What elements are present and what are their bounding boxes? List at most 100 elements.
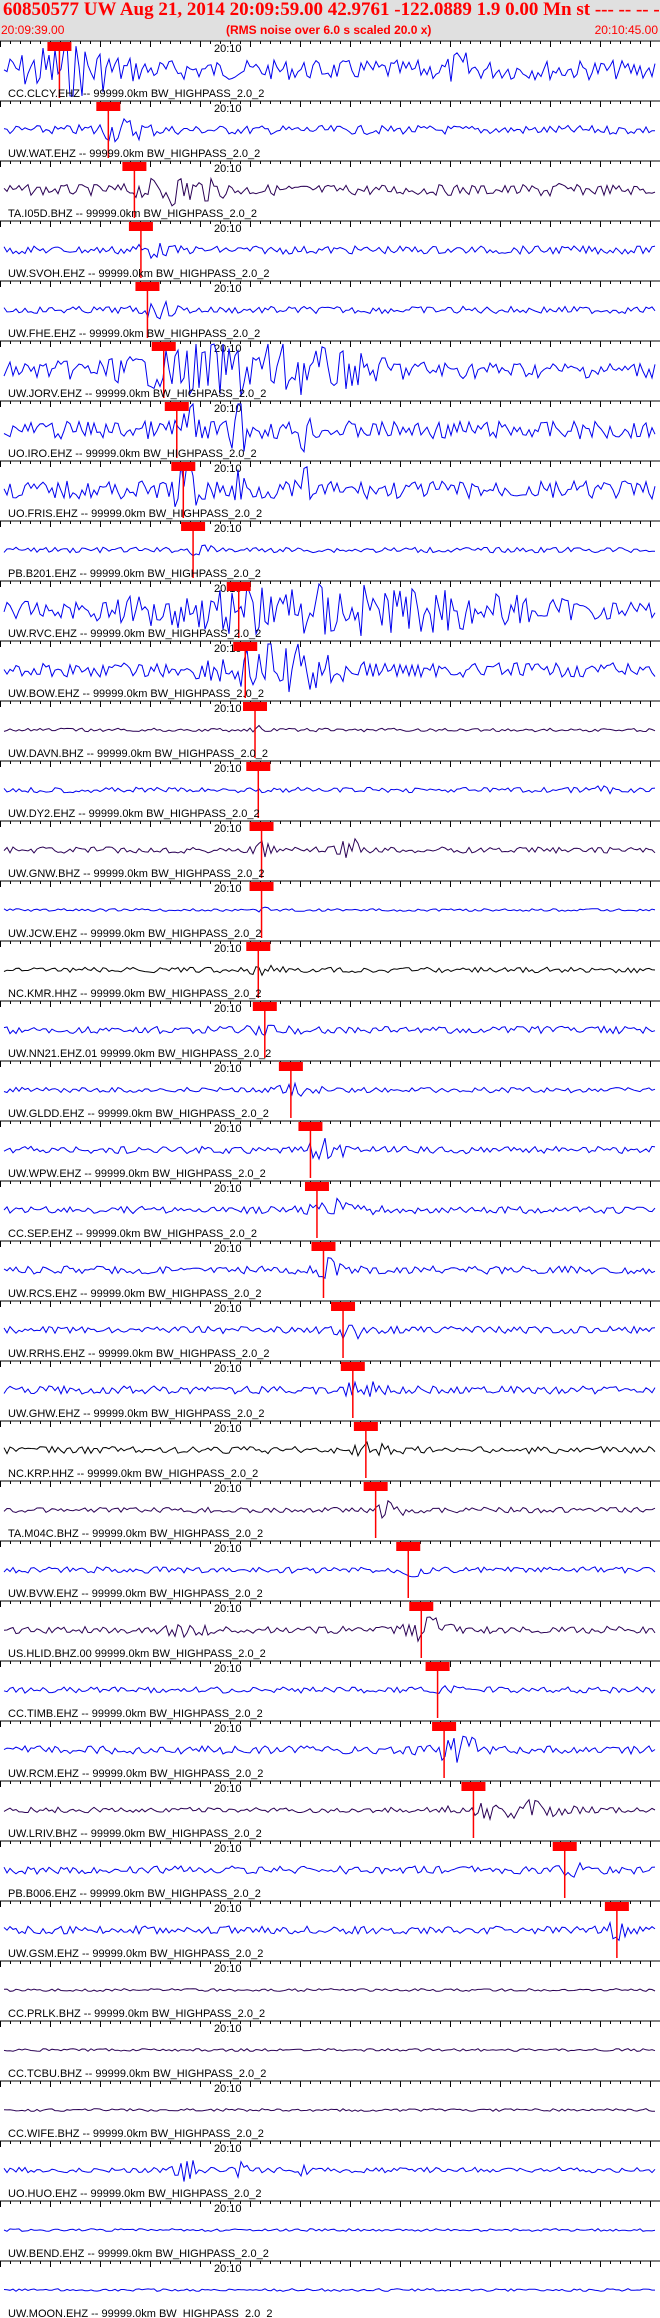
time-tick-label: 20:10: [214, 1123, 242, 1135]
waveform: [3, 724, 656, 733]
station-label: UW.GNW.BHZ -- 99999.0km BW_HIGHPASS_2.0_…: [8, 868, 265, 880]
trace-14: 20:10 UW.GNW.BHZ -- 99999.0km BW_HIGHPASS…: [0, 820, 660, 880]
pick-marker: [396, 1542, 421, 1551]
time-tick-label: 20:10: [214, 1723, 242, 1735]
time-tick-label: 20:10: [214, 2263, 242, 2275]
waveform: [3, 299, 656, 320]
waveform: [3, 1616, 656, 1643]
station-label: UW.DAVN.BHZ -- 99999.0km BW_HIGHPASS_2.0…: [8, 748, 268, 760]
station-label: NC.KRP.HHZ -- 99999.0km BW_HIGHPASS_2.0_…: [8, 1468, 258, 1480]
pick-marker: [243, 702, 268, 711]
waveform: [3, 2228, 656, 2232]
trace-27: 20:10 US.HLID.BHZ.00 99999.0km BW_HIGHPAS…: [0, 1600, 660, 1660]
time-tick-label: 20:10: [214, 1543, 242, 1555]
time-tick-label: 20:10: [214, 1963, 242, 1975]
pick-marker: [47, 42, 72, 51]
pick-marker: [353, 1422, 378, 1431]
time-tick-label: 20:10: [214, 2023, 242, 2035]
waveform: [3, 906, 656, 913]
waveform: [3, 837, 656, 858]
pick-marker: [249, 822, 274, 831]
station-label: CC.TCBU.BHZ -- 99999.0km BW_HIGHPASS_2.0…: [8, 2068, 266, 2080]
pick-marker: [340, 1362, 365, 1371]
trace-37: 20:10 UW.BEND.EHZ -- 99999.0km BW_HIGHPAS…: [0, 2200, 660, 2260]
trace-25: 20:10 TA.M04C.BHZ -- 99999.0km BW_HIGHPAS…: [0, 1480, 660, 1540]
seismogram-plot: 20:10 CC.CLCY.EHZ -- 99999.0km BW_HIGHPAS…: [0, 40, 660, 2318]
time-tick-label: 20:10: [214, 1363, 242, 1375]
station-label: PB.B006.EHZ -- 99999.0km BW_HIGHPASS_2.0…: [8, 1888, 261, 1900]
pick-marker: [135, 282, 160, 291]
station-label: UW.BEND.EHZ -- 99999.0km BW_HIGHPASS_2.0…: [8, 2248, 269, 2260]
time-tick-label: 20:10: [214, 1303, 242, 1315]
time-tick-label: 20:10: [214, 943, 242, 955]
station-label: UW.RCS.EHZ -- 99999.0km BW_HIGHPASS_2.0_…: [8, 1288, 262, 1300]
waveform: [3, 117, 656, 143]
pick-marker: [304, 1182, 329, 1191]
pick-marker: [425, 1662, 450, 1671]
event-title: 60850577 UW Aug 21, 2014 20:09:59.00 42.…: [3, 0, 660, 20]
pick-marker: [432, 1722, 457, 1731]
time-tick-label: 20:10: [214, 1603, 242, 1615]
pick-marker: [226, 582, 251, 591]
trace-38: 20:10 UW.MOON.EHZ -- 99999.0km BW_HIGHPAS…: [0, 2260, 660, 2318]
station-label: CC.CLCY.EHZ -- 99999.0km BW_HIGHPASS_2.0…: [8, 88, 264, 100]
time-tick-label: 20:10: [214, 703, 242, 715]
trace-33: 20:10 CC.PRLK.BHZ -- 99999.0km BW_HIGHPAS…: [0, 1960, 660, 2020]
waveform: [3, 1380, 656, 1398]
station-label: UO.HUO.EHZ -- 99999.0km BW_HIGHPASS_2.0_…: [8, 2188, 262, 2200]
time-tick-label: 20:10: [214, 103, 242, 115]
station-label: UW.JORV.EHZ -- 99999.0km BW_HIGHPASS_2.0…: [8, 388, 266, 400]
pick-marker: [151, 342, 176, 351]
trace-36: 20:10 UO.HUO.EHZ -- 99999.0km BW_HIGHPASS…: [0, 2140, 660, 2200]
waveform: [3, 1197, 656, 1216]
header-bar: 60850577 UW Aug 21, 2014 20:09:59.00 42.…: [0, 0, 660, 40]
trace-29: 20:10 UW.RCM.EHZ -- 99999.0km BW_HIGHPASS…: [0, 1720, 660, 1780]
trace-34: 20:10 CC.TCBU.BHZ -- 99999.0km BW_HIGHPAS…: [0, 2020, 660, 2080]
station-label: NC.KMR.HHZ -- 99999.0km BW_HIGHPASS_2.0_…: [8, 988, 261, 1000]
trace-4: 20:10 UW.SVOH.EHZ -- 99999.0km BW_HIGHPAS…: [0, 220, 660, 280]
station-label: PB.B201.EHZ -- 99999.0km BW_HIGHPASS_2.0…: [8, 568, 261, 580]
station-label: TA.I05D.BHZ -- 99999.0km BW_HIGHPASS_2.0…: [8, 208, 257, 220]
station-label: CC.TIMB.EHZ -- 99999.0km BW_HIGHPASS_2.0…: [8, 1708, 263, 1720]
pick-marker: [278, 1062, 303, 1071]
trace-32: 20:10 UW.GSM.EHZ -- 99999.0km BW_HIGHPASS…: [0, 1900, 660, 1960]
time-tick-label: 20:10: [214, 763, 242, 775]
trace-22: 20:10 UW.RRHS.EHZ -- 99999.0km BW_HIGHPAS…: [0, 1300, 660, 1360]
trace-11: 20:10UW.BOW.EHZ -- 99999.0km BW_HIGHPASS…: [0, 640, 660, 700]
time-tick-label: 20:10: [214, 2083, 242, 2095]
trace-21: 20:10 UW.RCS.EHZ -- 99999.0km BW_HIGHPASS…: [0, 1240, 660, 1300]
station-label: UO.FRIS.EHZ -- 99999.0km BW_HIGHPASS_2.0…: [8, 508, 262, 520]
pick-marker: [122, 162, 147, 171]
trace-5: 20:10 UW.FHE.EHZ -- 99999.0km BW_HIGHPASS…: [0, 280, 660, 340]
time-tick-label: 20:10: [214, 1243, 242, 1255]
waveform: [3, 1920, 656, 1942]
station-label: UO.IRO.EHZ -- 99999.0km BW_HIGHPASS_2.0_…: [8, 448, 257, 460]
pick-marker: [128, 222, 153, 231]
station-label: UW.MOON.EHZ -- 99999.0km BW_HIGHPASS_2.0…: [8, 2308, 272, 2318]
trace-16: 20:10 NC.KMR.HHZ -- 99999.0km BW_HIGHPASS…: [0, 940, 660, 1000]
station-label: CC.WIFE.BHZ -- 99999.0km BW_HIGHPASS_2.0…: [8, 2128, 264, 2140]
waveform: [3, 544, 655, 557]
waveform: [3, 1137, 656, 1161]
time-tick-label: 20:10: [214, 43, 242, 55]
waveform: [3, 1861, 656, 1878]
end-time-label: 20:10:45.00: [594, 23, 658, 37]
time-tick-label: 20:10: [214, 1423, 242, 1435]
trace-24: 20:10 NC.KRP.HHZ -- 99999.0km BW_HIGHPASS…: [0, 1420, 660, 1480]
waveform: [3, 1685, 656, 1694]
trace-28: 20:10 CC.TIMB.EHZ -- 99999.0km BW_HIGHPAS…: [0, 1660, 660, 1720]
pick-marker: [164, 402, 189, 411]
waveform: [3, 964, 656, 977]
trace-12: 20:10 UW.DAVN.BHZ -- 99999.0km BW_HIGHPAS…: [0, 700, 660, 760]
trace-31: 20:10 PB.B006.EHZ -- 99999.0km BW_HIGHPAS…: [0, 1840, 660, 1900]
time-tick-label: 20:10: [214, 1483, 242, 1495]
time-tick-label: 20:10: [214, 223, 242, 235]
start-time-label: 20:09:39.00: [1, 23, 65, 37]
pick-marker: [249, 882, 274, 891]
pick-marker: [409, 1602, 434, 1611]
waveform: [3, 463, 656, 507]
pick-marker: [246, 942, 271, 951]
waveform: [3, 2108, 656, 2112]
trace-18: 20:10 UW.GLDD.EHZ -- 99999.0km BW_HIGHPAS…: [0, 1060, 660, 1120]
trace-23: 20:10 UW.GHW.EHZ -- 99999.0km BW_HIGHPASS…: [0, 1360, 660, 1420]
